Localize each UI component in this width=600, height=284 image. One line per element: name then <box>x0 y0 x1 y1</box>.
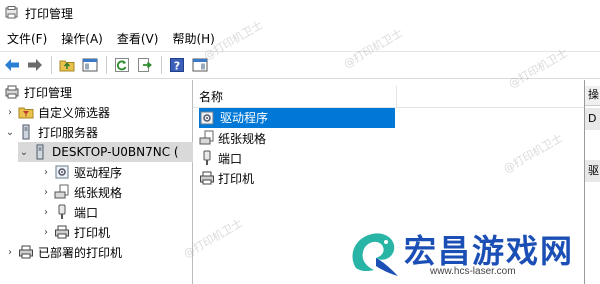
server-icon <box>18 124 34 140</box>
deployed-printer-icon <box>18 244 34 260</box>
console-tree: 打印管理 › 自定义筛选器 ⌄ 打印服务器 ⌄ DESKTOP-U0BN7NC … <box>0 80 193 284</box>
show-hide-tree-icon[interactable] <box>80 55 100 75</box>
tree-item-print-servers[interactable]: ⌄ 打印服务器 <box>4 122 98 142</box>
printer-icon <box>199 170 215 186</box>
window-title: 打印管理 <box>25 6 74 21</box>
tree-item-server[interactable]: ⌄ DESKTOP-U0BN7NC ( <box>18 142 193 162</box>
back-icon[interactable] <box>2 55 22 75</box>
actions-header: 操 <box>585 86 600 106</box>
tree-item-forms[interactable]: › 纸张规格 <box>40 182 122 202</box>
menu-view[interactable]: 查看(V) <box>110 28 166 50</box>
tree-item-drivers[interactable]: › 驱动程序 <box>40 162 122 182</box>
chevron-right-icon[interactable]: › <box>40 187 52 198</box>
refresh-icon[interactable] <box>112 55 132 75</box>
chevron-down-icon[interactable]: ⌄ <box>18 147 30 158</box>
drivers-icon <box>199 110 215 126</box>
svg-text:?: ? <box>174 60 180 73</box>
up-folder-icon[interactable] <box>57 55 77 75</box>
print-management-icon <box>4 84 20 100</box>
port-icon <box>199 150 215 166</box>
chevron-right-icon[interactable]: › <box>40 207 52 218</box>
menu-file[interactable]: 文件(F) <box>0 28 54 50</box>
toolbar-separator <box>161 56 162 74</box>
filter-folder-icon <box>18 104 34 120</box>
forms-icon <box>54 184 70 200</box>
tree-item-printers[interactable]: › 打印机 <box>40 222 110 242</box>
chevron-right-icon[interactable]: › <box>40 227 52 238</box>
actions-item[interactable]: 驱 <box>585 160 600 182</box>
chevron-down-icon[interactable]: ⌄ <box>4 127 16 138</box>
brand-url: www.hcs-laser.com <box>430 266 516 277</box>
menu-bar: 文件(F) 操作(A) 查看(V) 帮助(H) <box>0 28 600 50</box>
tree-item-ports[interactable]: › 端口 <box>40 202 98 222</box>
drivers-icon <box>54 164 70 180</box>
export-icon[interactable] <box>135 55 155 75</box>
help-icon[interactable]: ? <box>167 55 187 75</box>
toolbar-separator <box>51 56 52 74</box>
menu-action[interactable]: 操作(A) <box>54 28 110 50</box>
list-item-drivers[interactable]: 驱动程序 <box>199 108 395 128</box>
print-management-app-icon <box>5 6 19 20</box>
forward-icon[interactable] <box>25 55 45 75</box>
list-item-forms[interactable]: 纸张规格 <box>199 128 266 148</box>
chevron-right-icon[interactable]: › <box>4 247 16 258</box>
title-bar: 打印管理 <box>0 0 600 26</box>
list-item-printers[interactable]: 打印机 <box>199 168 254 188</box>
properties-icon[interactable] <box>190 55 210 75</box>
chevron-right-icon[interactable]: › <box>4 107 16 118</box>
menu-help[interactable]: 帮助(H) <box>165 28 221 50</box>
server-icon <box>32 144 48 160</box>
column-header-name[interactable]: 名称 <box>193 86 584 108</box>
actions-item[interactable]: D <box>585 108 600 130</box>
brand-watermark: 宏昌游戏网 www.hcs-laser.com <box>346 224 596 282</box>
dragon-logo-icon <box>346 226 402 280</box>
chevron-right-icon[interactable]: › <box>40 167 52 178</box>
tree-item-custom-filters[interactable]: › 自定义筛选器 <box>4 102 110 122</box>
toolbar: ? <box>0 51 600 79</box>
list-item-ports[interactable]: 端口 <box>199 148 242 168</box>
tree-item-deployed-printers[interactable]: › 已部署的打印机 <box>4 242 122 262</box>
port-icon <box>54 204 70 220</box>
forms-icon <box>199 130 215 146</box>
toolbar-separator <box>106 56 107 74</box>
tree-item-print-management[interactable]: 打印管理 <box>4 82 72 102</box>
printer-icon <box>54 224 70 240</box>
